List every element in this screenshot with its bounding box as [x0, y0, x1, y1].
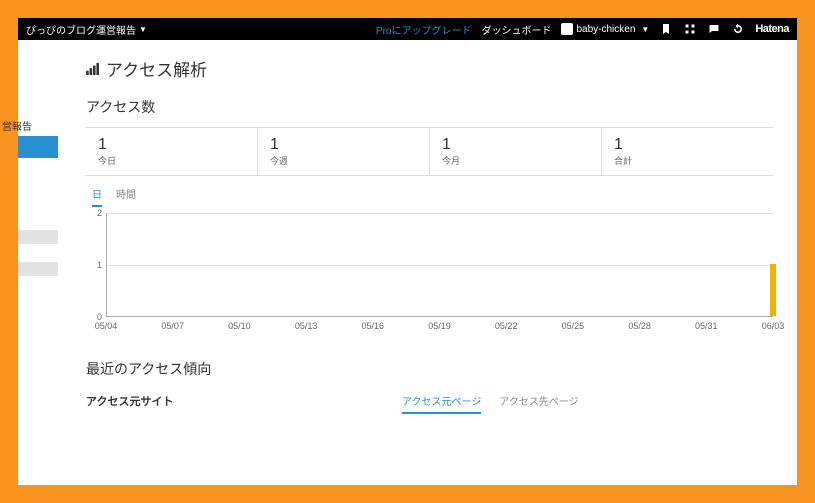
- chart-plot-area: [106, 213, 773, 317]
- sidebar-blog-label: 営報告: [2, 118, 32, 133]
- section-access-count: アクセス数: [86, 97, 773, 117]
- chart-xtick: 05/25: [562, 321, 585, 331]
- access-chart: 01205/0405/0705/1005/1305/1605/1905/2205…: [86, 213, 773, 333]
- chart-ytick: 1: [86, 260, 102, 270]
- tab-source-page[interactable]: アクセス元ページ: [402, 393, 481, 414]
- username: baby-chicken: [576, 24, 635, 35]
- chart-xlabels: 05/0405/0705/1005/1305/1605/1905/2205/25…: [106, 319, 773, 333]
- content-panel: 営報告 アクセス解析 アクセス数 1 今日 1 今週: [18, 40, 797, 485]
- sidebar-item[interactable]: [18, 262, 58, 276]
- chart-xtick: 05/31: [695, 321, 718, 331]
- chart-xtick: 05/10: [228, 321, 251, 331]
- source-tabs: アクセス元ページ アクセス先ページ: [402, 393, 579, 414]
- chart-xtick: 05/19: [428, 321, 451, 331]
- topbar: ぴっぴのブログ運営報告 ▼ Proにアップグレード ダッシュボード baby-c…: [18, 18, 797, 40]
- grid-icon[interactable]: [683, 22, 697, 36]
- blog-title-dropdown[interactable]: ぴっぴのブログ運営報告: [26, 22, 136, 37]
- bookmark-icon[interactable]: [659, 22, 673, 36]
- chart-xtick: 05/28: [628, 321, 651, 331]
- main-content: アクセス解析 アクセス数 1 今日 1 今週 1 今月 1 合計 日 時間: [58, 40, 797, 485]
- avatar: [561, 23, 573, 35]
- chart-xtick: 05/22: [495, 321, 518, 331]
- sidebar-item-active[interactable]: [18, 136, 58, 158]
- tab-dest-page[interactable]: アクセス先ページ: [499, 393, 578, 414]
- chart-tabs: 日 時間: [92, 186, 773, 207]
- tab-day[interactable]: 日: [92, 186, 102, 207]
- analytics-icon: [86, 63, 100, 75]
- stats-row: 1 今日 1 今週 1 今月 1 合計: [86, 127, 773, 176]
- sidebar-item[interactable]: [18, 230, 58, 244]
- chart-xtick: 06/03: [762, 321, 785, 331]
- chart-gridline: [107, 265, 773, 266]
- chart-xtick: 05/13: [295, 321, 318, 331]
- source-row: アクセス元サイト アクセス元ページ アクセス先ページ: [86, 393, 773, 414]
- dashboard-link[interactable]: ダッシュボード: [481, 22, 551, 37]
- chart-gridline: [107, 213, 773, 214]
- chart-bar: [770, 264, 776, 316]
- sidebar: 営報告: [18, 40, 58, 485]
- tab-hour[interactable]: 時間: [116, 186, 136, 207]
- stat-total: 1 合計: [601, 128, 773, 175]
- chart-xtick: 05/16: [362, 321, 385, 331]
- hatena-logo[interactable]: Hatena: [755, 23, 789, 35]
- stat-month: 1 今月: [429, 128, 601, 175]
- sync-icon[interactable]: [731, 22, 745, 36]
- page-title: アクセス解析: [86, 56, 773, 81]
- section-access-trend: 最近のアクセス傾向: [86, 359, 773, 379]
- stat-week: 1 今週: [257, 128, 429, 175]
- chart-xtick: 05/04: [95, 321, 118, 331]
- chevron-down-icon: ▼: [641, 25, 649, 34]
- chart-xtick: 05/07: [161, 321, 184, 331]
- comment-icon[interactable]: [707, 22, 721, 36]
- chart-ytick: 2: [86, 208, 102, 218]
- source-site-label: アクセス元サイト: [86, 393, 402, 409]
- chevron-down-icon: ▼: [139, 25, 147, 34]
- user-menu[interactable]: baby-chicken ▼: [561, 23, 649, 35]
- stat-today: 1 今日: [86, 128, 257, 175]
- pro-upgrade-link[interactable]: Proにアップグレード: [376, 22, 472, 37]
